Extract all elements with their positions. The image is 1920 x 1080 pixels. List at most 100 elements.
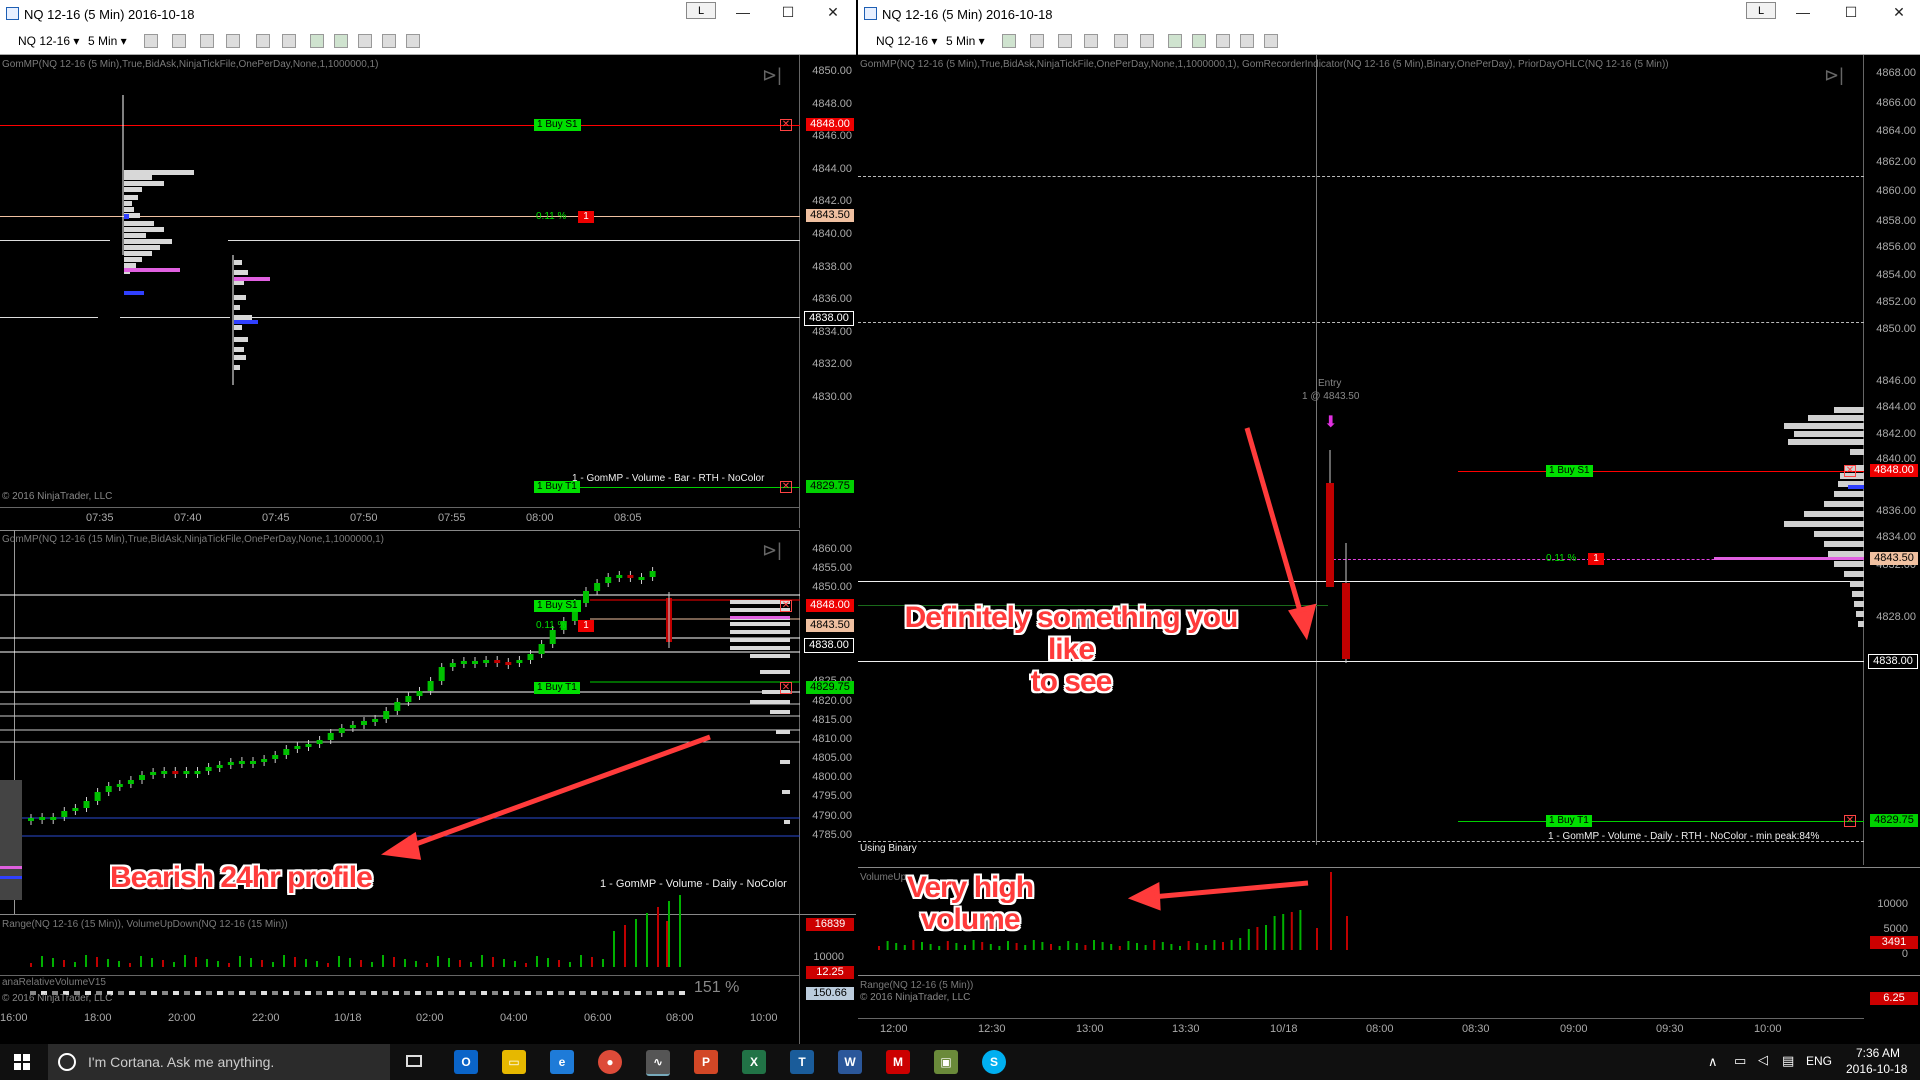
entry-qty-badge[interactable]: 1 xyxy=(578,620,594,632)
instrument-selector[interactable]: NQ 12-16 ▾ xyxy=(876,34,937,48)
stop-order-label[interactable]: 1 Buy S1 xyxy=(534,600,581,612)
close-button[interactable]: ✕ xyxy=(820,4,846,21)
entry-qty-badge[interactable]: 1 xyxy=(1588,553,1604,565)
chrome-icon[interactable]: ● xyxy=(598,1050,622,1074)
link-button[interactable]: L xyxy=(686,2,716,19)
drawing-tool-icon[interactable] xyxy=(172,34,186,48)
data-box-icon[interactable] xyxy=(382,34,396,48)
left-bottom-chart-panel[interactable]: GomMP(NQ 12-16 (15 Min),True,BidAsk,Ninj… xyxy=(0,530,856,1044)
cancel-stop-icon[interactable]: ✕ xyxy=(780,119,792,131)
relative-volume-bar xyxy=(470,991,476,995)
cancel-stop-icon[interactable]: ✕ xyxy=(1844,465,1856,477)
edge-icon[interactable]: e xyxy=(550,1050,574,1074)
volume-panel[interactable]: Range(NQ 12-16 (15 Min)), VolumeUpDown(N… xyxy=(0,895,856,1005)
target-order-label[interactable]: 1 Buy T1 xyxy=(534,682,580,694)
outlook-icon[interactable]: O xyxy=(454,1050,478,1074)
data-box-icon[interactable] xyxy=(1240,34,1254,48)
properties-icon[interactable] xyxy=(406,34,420,48)
price-scale[interactable]: 4868.00 4866.00 4864.00 4862.00 4860.00 4858.… xyxy=(1863,55,1920,865)
zoom-icon[interactable] xyxy=(1140,34,1154,48)
time-axis[interactable]: 07:35 07:40 07:45 07:50 07:55 08:00 08:05 xyxy=(0,507,800,528)
tws-icon[interactable]: T xyxy=(790,1050,814,1074)
stop-order-label[interactable]: 1 Buy S1 xyxy=(1546,465,1593,477)
right-toolbar: NQ 12-16 ▾ 5 Min ▾ xyxy=(858,28,1920,55)
word-icon[interactable]: W xyxy=(838,1050,862,1074)
indicator-icon[interactable] xyxy=(200,34,214,48)
language-indicator[interactable]: ENG xyxy=(1806,1054,1832,1068)
scroll-end-icon[interactable]: ⊳| xyxy=(762,65,782,86)
clock-date[interactable]: 2016-10-18 xyxy=(1846,1062,1907,1076)
order-entry-icon[interactable] xyxy=(1168,34,1182,48)
drawing-tool-icon[interactable] xyxy=(1030,34,1044,48)
candle xyxy=(472,661,478,664)
properties-icon[interactable] xyxy=(1264,34,1278,48)
left-top-chart-panel[interactable]: GomMP(NQ 12-16 (5 Min),True,BidAsk,Ninja… xyxy=(0,55,856,528)
left-titlebar[interactable]: NQ 12-16 (5 Min) 2016-10-18 L — ☐ ✕ xyxy=(0,0,856,28)
entry-fill-label: 1 @ 4843.50 xyxy=(1302,391,1360,402)
network-icon[interactable]: ▭ xyxy=(1734,1053,1746,1069)
time-axis[interactable]: 16:00 18:00 20:00 22:00 10/18 02:00 04:00 06:00… xyxy=(0,1008,800,1028)
volume-bar xyxy=(1161,942,1164,950)
chart-style-icon[interactable] xyxy=(1002,34,1016,48)
time-tick: 02:00 xyxy=(416,1012,444,1024)
app-icon[interactable]: ▣ xyxy=(934,1050,958,1074)
right-main-chart-panel[interactable]: GomMP(NQ 12-16 (5 Min),True,BidAsk,Ninja… xyxy=(858,55,1920,865)
chart-style-icon[interactable] xyxy=(144,34,158,48)
relative-volume-bar xyxy=(646,991,652,995)
close-button[interactable]: ✕ xyxy=(1886,4,1912,21)
minimize-button[interactable]: — xyxy=(730,4,756,20)
profile-row xyxy=(234,270,248,275)
interval-selector[interactable]: 5 Min ▾ xyxy=(946,34,985,48)
excel-icon[interactable]: X xyxy=(742,1050,766,1074)
relative-volume-bar xyxy=(536,991,542,995)
interval-selector[interactable]: 5 Min ▾ xyxy=(88,34,127,48)
profile-row xyxy=(776,730,790,734)
screenshot-icon[interactable] xyxy=(1216,34,1230,48)
tray-chevron-icon[interactable]: ∧ xyxy=(1708,1054,1718,1070)
cancel-target-icon[interactable]: ✕ xyxy=(780,481,792,493)
volume-bar xyxy=(129,963,131,967)
maximize-button[interactable]: ☐ xyxy=(1838,4,1864,21)
minimize-button[interactable]: — xyxy=(1790,4,1816,20)
screenshot-icon[interactable] xyxy=(358,34,372,48)
cancel-target-icon[interactable]: ✕ xyxy=(1844,815,1856,827)
file-explorer-icon[interactable]: ▭ xyxy=(502,1050,526,1074)
target-order-label[interactable]: 1 Buy T1 xyxy=(1546,815,1592,827)
maximize-button[interactable]: ☐ xyxy=(775,4,801,21)
eraser-icon[interactable] xyxy=(1084,34,1098,48)
entry-qty-badge[interactable]: 1 xyxy=(578,211,594,223)
chart-trader-icon[interactable] xyxy=(1192,34,1206,48)
cursor-icon[interactable] xyxy=(1114,34,1128,48)
eraser-icon[interactable] xyxy=(226,34,240,48)
keyboard-icon[interactable]: ▤ xyxy=(1782,1053,1794,1069)
cancel-target-icon[interactable]: ✕ xyxy=(780,682,792,694)
volume-bar xyxy=(1299,910,1302,950)
chart-trader-icon[interactable] xyxy=(334,34,348,48)
relative-volume-bar xyxy=(316,991,322,995)
cursor-icon[interactable] xyxy=(256,34,270,48)
task-view-icon[interactable] xyxy=(406,1055,422,1067)
powerpoint-icon[interactable]: P xyxy=(694,1050,718,1074)
relative-volume-bar xyxy=(250,991,256,995)
zoom-icon[interactable] xyxy=(282,34,296,48)
order-entry-icon[interactable] xyxy=(310,34,324,48)
cortana-search-box[interactable]: I'm Cortana. Ask me anything. xyxy=(48,1044,390,1080)
indicator-icon[interactable] xyxy=(1058,34,1072,48)
volume-bar xyxy=(878,946,880,950)
media-icon[interactable]: M xyxy=(886,1050,910,1074)
windows-start-icon[interactable] xyxy=(14,1054,30,1070)
stop-order-label[interactable]: 1 Buy S1 xyxy=(534,119,581,131)
clock-time[interactable]: 7:36 AM xyxy=(1856,1046,1900,1060)
price-tick: 4828.00 xyxy=(1876,611,1916,623)
volume-icon[interactable]: ◁ xyxy=(1758,1052,1768,1068)
right-range-panel[interactable]: Range(NQ 12-16 (5 Min)) © 2016 NinjaTrad… xyxy=(858,975,1920,1018)
ninjatrader-icon[interactable]: ∿ xyxy=(646,1050,670,1076)
right-titlebar[interactable]: NQ 12-16 (5 Min) 2016-10-18 L — ☐ ✕ xyxy=(858,0,1920,28)
volume-bar xyxy=(536,956,538,967)
instrument-selector[interactable]: NQ 12-16 ▾ xyxy=(18,34,79,48)
cancel-stop-icon[interactable]: ✕ xyxy=(780,600,792,612)
skype-icon[interactable]: S xyxy=(982,1050,1006,1074)
link-button[interactable]: L xyxy=(1746,2,1776,19)
volume-bar xyxy=(250,958,252,967)
time-axis[interactable]: 12:00 12:30 13:00 13:30 10/18 08:00 08:30 09:00… xyxy=(858,1018,1864,1041)
